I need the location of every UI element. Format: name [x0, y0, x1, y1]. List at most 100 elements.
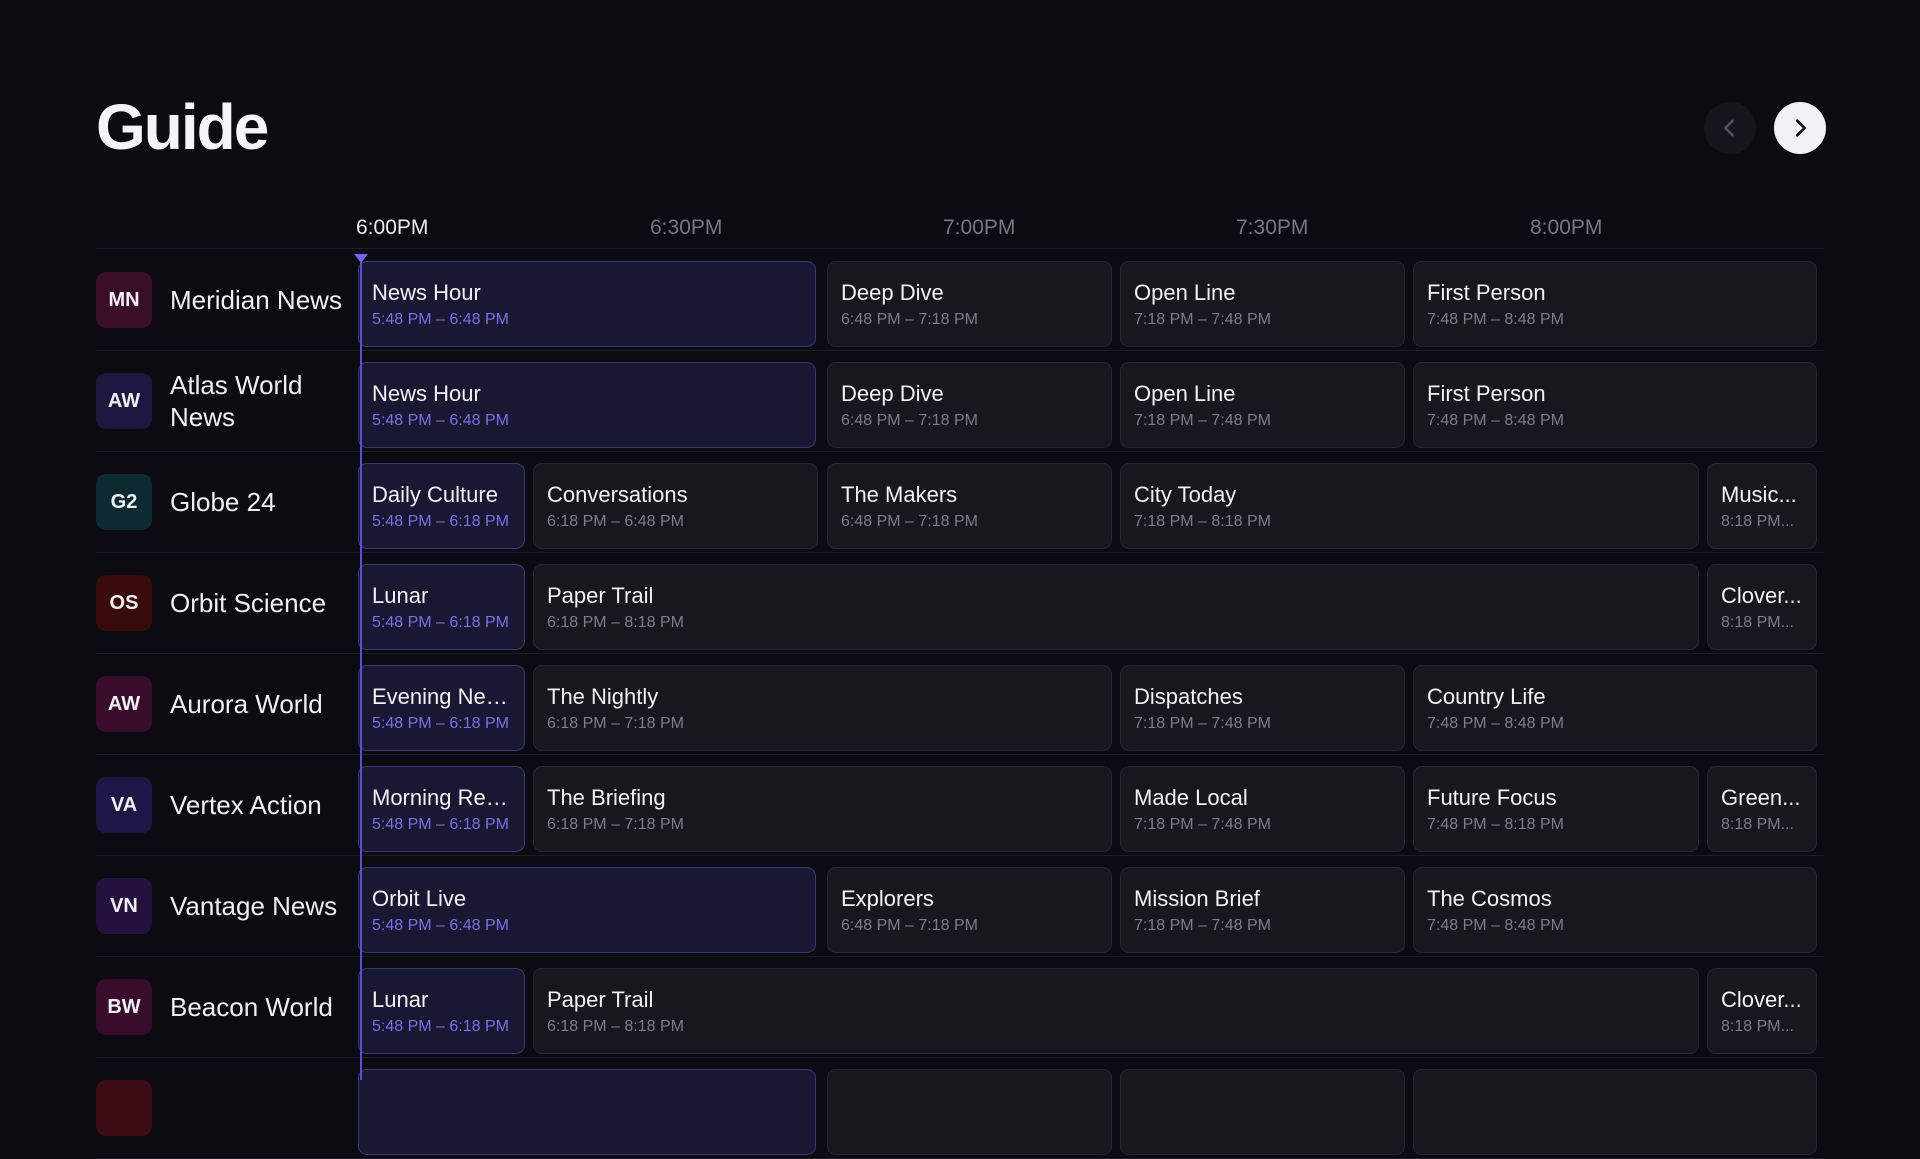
channel-logo: MN [96, 272, 152, 328]
program-tile[interactable]: Orbit Live 5:48 PM – 6:48 PM [358, 867, 816, 953]
channel-info[interactable]: MN Meridian News [96, 250, 354, 350]
program-tile[interactable]: The Cosmos 7:48 PM – 8:48 PM [1413, 867, 1817, 953]
channel-name: Atlas World News [170, 370, 303, 432]
program-time: 7:18 PM – 8:18 PM [1134, 513, 1271, 530]
channel-name: Orbit Science [170, 588, 327, 618]
program-tile[interactable]: Morning Rep... 5:48 PM – 6:18 PM [358, 766, 525, 852]
program-tile[interactable]: First Person 7:48 PM – 8:48 PM [1413, 261, 1817, 347]
channel-row: G2 Globe 24 Daily Culture 5:48 PM – 6:18… [96, 452, 1824, 553]
channel-info[interactable] [96, 1058, 354, 1158]
channel-name: Vantage News [170, 891, 338, 921]
program-tile[interactable]: The Briefing 6:18 PM – 7:18 PM [533, 766, 1112, 852]
program-title: City Today [1134, 482, 1237, 507]
program-time: 6:48 PM – 7:18 PM [841, 311, 978, 328]
program-tile[interactable]: Clover... 8:18 PM... [1707, 968, 1817, 1054]
program-title: Morning Rep... [372, 785, 511, 810]
program-tile[interactable]: Future Focus 7:48 PM – 8:18 PM [1413, 766, 1699, 852]
program-title: First Person [1427, 381, 1546, 406]
program-title: Country Life [1427, 684, 1546, 709]
program-tile[interactable]: Dispatches 7:18 PM – 7:48 PM [1120, 665, 1405, 751]
channel-logo: AW [96, 676, 152, 732]
program-tile[interactable]: Mission Brief 7:18 PM – 7:48 PM [1120, 867, 1405, 953]
page-title: Guide [96, 91, 269, 163]
channel-info[interactable]: G2 Globe 24 [96, 452, 354, 552]
program-title: Open Line [1134, 381, 1236, 406]
program-tile[interactable] [1413, 1069, 1817, 1155]
now-indicator-line [360, 258, 362, 1080]
time-slot-label: 7:30PM [1236, 216, 1309, 239]
time-slot-label: 6:00PM [356, 216, 429, 239]
program-title: Green... [1721, 785, 1801, 810]
program-tile[interactable]: Lunar 5:48 PM – 6:18 PM [358, 564, 525, 650]
program-time: 7:48 PM – 8:48 PM [1427, 311, 1564, 328]
program-time: 7:48 PM – 8:18 PM [1427, 816, 1564, 833]
program-tile[interactable]: Country Life 7:48 PM – 8:48 PM [1413, 665, 1817, 751]
program-title: First Person [1427, 280, 1546, 305]
channel-info[interactable]: VN Vantage News [96, 856, 354, 956]
channel-info[interactable]: OS Orbit Science [96, 553, 354, 653]
program-tile[interactable]: The Makers 6:48 PM – 7:18 PM [827, 463, 1112, 549]
program-time: 8:18 PM... [1721, 513, 1794, 530]
program-tile[interactable]: Paper Trail 6:18 PM – 8:18 PM [533, 968, 1699, 1054]
program-title: Orbit Live [372, 886, 467, 911]
program-time: 5:48 PM – 6:48 PM [372, 412, 509, 429]
time-slot-label: 6:30PM [650, 216, 723, 239]
guide-grid: MN Meridian News News Hour 5:48 PM – 6:4… [96, 250, 1824, 1159]
program-tile[interactable]: First Person 7:48 PM – 8:48 PM [1413, 362, 1817, 448]
program-tile[interactable]: Music... 8:18 PM... [1707, 463, 1817, 549]
program-title: Lunar [372, 987, 429, 1012]
program-title: Lunar [372, 583, 429, 608]
program-time: 7:48 PM – 8:48 PM [1427, 917, 1564, 934]
program-tile[interactable]: Conversations 6:18 PM – 6:48 PM [533, 463, 818, 549]
program-tile[interactable]: News Hour 5:48 PM – 6:48 PM [358, 362, 816, 448]
next-page-button[interactable] [1774, 102, 1826, 154]
program-title: Daily Culture [372, 482, 498, 507]
program-tile[interactable]: Deep Dive 6:48 PM – 7:18 PM [827, 362, 1112, 448]
program-tile[interactable]: Deep Dive 6:48 PM – 7:18 PM [827, 261, 1112, 347]
program-time: 6:48 PM – 7:18 PM [841, 412, 978, 429]
program-tile[interactable]: Green... 8:18 PM... [1707, 766, 1817, 852]
program-tile[interactable] [1120, 1069, 1405, 1155]
channel-logo: VA [96, 777, 152, 833]
channel-info[interactable]: VA Vertex Action [96, 755, 354, 855]
program-time: 5:48 PM – 6:18 PM [372, 513, 509, 530]
program-tile[interactable]: Made Local 7:18 PM – 7:48 PM [1120, 766, 1405, 852]
program-tile[interactable]: Evening News 5:48 PM – 6:18 PM [358, 665, 525, 751]
program-tile[interactable]: The Nightly 6:18 PM – 7:18 PM [533, 665, 1112, 751]
channel-row: AW Atlas World News News Hour 5:48 PM – … [96, 351, 1824, 452]
channel-name: Beacon World [170, 992, 333, 1022]
program-title: Deep Dive [841, 280, 944, 305]
channel-name: Vertex Action [170, 790, 322, 820]
program-title: Mission Brief [1134, 886, 1260, 911]
channel-row [96, 1058, 1824, 1159]
program-tile[interactable]: Clover... 8:18 PM... [1707, 564, 1817, 650]
chevron-right-icon [1795, 119, 1806, 137]
channel-row: VA Vertex Action Morning Rep... 5:48 PM … [96, 755, 1824, 856]
channel-info[interactable]: AW Aurora World [96, 654, 354, 754]
program-tile[interactable]: News Hour 5:48 PM – 6:48 PM [358, 261, 816, 347]
program-time: 7:18 PM – 7:48 PM [1134, 311, 1271, 328]
program-tile[interactable] [827, 1069, 1112, 1155]
program-tile[interactable]: Lunar 5:48 PM – 6:18 PM [358, 968, 525, 1054]
program-tile[interactable]: Open Line 7:18 PM – 7:48 PM [1120, 362, 1405, 448]
channel-info[interactable]: BW Beacon World [96, 957, 354, 1057]
channel-info[interactable]: AW Atlas World News [96, 351, 354, 451]
program-title: News Hour [372, 280, 481, 305]
program-tile[interactable]: Paper Trail 6:18 PM – 8:18 PM [533, 564, 1699, 650]
program-tile[interactable]: Daily Culture 5:48 PM – 6:18 PM [358, 463, 525, 549]
program-time: 7:48 PM – 8:48 PM [1427, 412, 1564, 429]
time-slot-label: 8:00PM [1530, 216, 1603, 239]
channel-name: Globe 24 [170, 487, 276, 517]
program-tile[interactable]: Explorers 6:48 PM – 7:18 PM [827, 867, 1112, 953]
previous-page-button[interactable] [1704, 102, 1756, 154]
program-time: 5:48 PM – 6:18 PM [372, 1018, 509, 1035]
program-tile[interactable] [358, 1069, 816, 1155]
channel-row: OS Orbit Science Lunar 5:48 PM – 6:18 PM… [96, 553, 1824, 654]
program-tile[interactable]: Open Line 7:18 PM – 7:48 PM [1120, 261, 1405, 347]
program-tile[interactable]: City Today 7:18 PM – 8:18 PM [1120, 463, 1699, 549]
program-title: Made Local [1134, 785, 1248, 810]
chevron-left-icon [1724, 119, 1734, 137]
time-slot-label: 7:00PM [943, 216, 1016, 239]
program-title: Open Line [1134, 280, 1236, 305]
program-title: The Makers [841, 482, 958, 507]
